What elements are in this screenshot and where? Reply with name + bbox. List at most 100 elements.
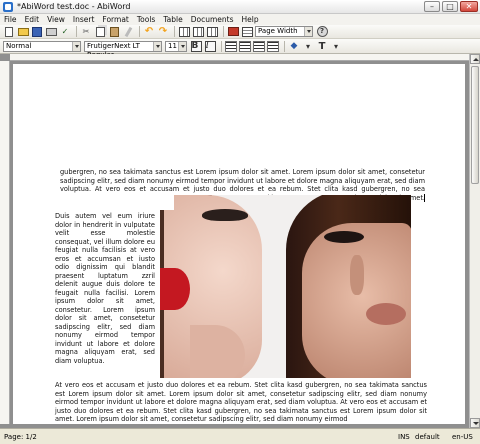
toolbar-separator: [223, 26, 224, 37]
columns2-button[interactable]: [192, 26, 204, 38]
menu-table[interactable]: Table: [163, 15, 182, 24]
language-indicator: en-US: [452, 432, 473, 441]
scroll-up-button[interactable]: [470, 54, 480, 64]
font-color-icon: T: [318, 40, 326, 52]
justify-button[interactable]: [267, 40, 279, 52]
italic-icon: I: [204, 40, 216, 52]
paragraph-left-column[interactable]: Duis autem vel eum iriure dolor in hendr…: [55, 212, 155, 365]
align-left-button[interactable]: [225, 40, 237, 52]
cut-button[interactable]: ✂: [80, 26, 92, 38]
print-button[interactable]: [45, 26, 57, 38]
abiword-app-icon[interactable]: [3, 1, 13, 12]
columns3-button[interactable]: [206, 26, 218, 38]
copy-icon: [95, 26, 105, 37]
zoom-value: Page Width: [258, 27, 298, 35]
align-center-icon: [239, 40, 251, 52]
font-size-value: 11: [168, 41, 177, 50]
zoom-dropdown[interactable]: Page Width: [255, 26, 313, 37]
photo-left-eye: [202, 209, 248, 221]
toolbar-separator: [76, 26, 77, 37]
font-dropdown[interactable]: FrutigerNext LT Regular: [84, 40, 162, 59]
embedded-photo[interactable]: [160, 195, 411, 378]
format-painter-button[interactable]: [122, 26, 134, 38]
style-dropdown[interactable]: Normal: [3, 40, 81, 52]
paste-button[interactable]: [108, 26, 120, 38]
align-right-icon: [253, 40, 265, 52]
chevron-down-icon: [304, 27, 312, 36]
italic-button[interactable]: I: [204, 40, 216, 52]
open-icon: [17, 27, 29, 36]
menu-format[interactable]: Format: [102, 15, 128, 24]
photo-right-lips: [366, 303, 406, 325]
scroll-down-button[interactable]: [470, 418, 480, 428]
window-controls: – □ ✕: [424, 1, 478, 12]
new-document-button[interactable]: [3, 26, 15, 38]
cut-icon: ✂: [82, 27, 90, 36]
undo-icon: ↶: [144, 26, 154, 37]
toolbar-separator: [284, 40, 285, 52]
toolbar-separator: [139, 26, 140, 37]
align-right-button[interactable]: [253, 40, 265, 52]
maximize-button[interactable]: □: [442, 1, 458, 12]
spellcheck-button[interactable]: ✓: [59, 26, 71, 38]
page-indicator: Page: 1/2: [4, 432, 37, 441]
horizontal-ruler[interactable]: [10, 54, 470, 61]
scrollbar-thumb[interactable]: [471, 66, 479, 184]
redo-icon: ↷: [158, 26, 168, 37]
photo-right-face: [302, 223, 411, 378]
menu-help[interactable]: Help: [242, 15, 259, 24]
text-cursor: [424, 194, 425, 202]
window-title: *AbiWord test.doc - AbiWord: [17, 2, 131, 11]
chevron-down-icon: ▾: [305, 41, 310, 51]
open-button[interactable]: [17, 26, 29, 38]
redo-button[interactable]: ↷: [157, 26, 169, 38]
fill-color-icon: ◆: [290, 41, 298, 51]
minimize-button[interactable]: –: [424, 1, 440, 12]
insert-mode-indicator: INS: [398, 432, 410, 441]
bold-button[interactable]: B: [190, 40, 202, 52]
menu-view[interactable]: View: [47, 15, 65, 24]
undo-button[interactable]: ↶: [143, 26, 155, 38]
toolbar-separator: [174, 26, 175, 37]
menu-tools[interactable]: Tools: [137, 15, 155, 24]
photo-right-eye: [324, 231, 364, 243]
bold-icon: B: [190, 40, 202, 52]
chevron-down-icon: ▾: [333, 41, 338, 51]
font-color-dropdown[interactable]: ▾: [330, 40, 342, 52]
columns-icon: [192, 26, 204, 37]
menu-insert[interactable]: Insert: [73, 15, 95, 24]
format-toolbar: Normal FrutigerNext LT Regular 11 B I ◆ …: [0, 39, 480, 59]
close-button[interactable]: ✕: [460, 1, 478, 12]
format-painter-icon: [124, 26, 132, 37]
insert-table-button[interactable]: [241, 26, 253, 38]
font-size-dropdown[interactable]: 11: [165, 40, 187, 52]
title-bar: *AbiWord test.doc - AbiWord – □ ✕: [0, 0, 480, 14]
style-value: Normal: [6, 41, 32, 50]
paragraph-bottom[interactable]: At vero eos et accusam et justo duo dolo…: [55, 381, 427, 424]
save-button[interactable]: [31, 26, 43, 38]
menu-edit[interactable]: Edit: [25, 15, 40, 24]
menu-bar: File Edit View Insert Format Tools Table…: [0, 14, 480, 25]
status-bar: Page: 1/2 INS default en-US: [0, 428, 480, 444]
align-center-button[interactable]: [239, 40, 251, 52]
document-page[interactable]: gubergren, no sea takimata sanctus est L…: [13, 64, 465, 424]
columns-button[interactable]: [178, 26, 190, 38]
paste-icon: [109, 26, 119, 37]
fill-color-dropdown[interactable]: ▾: [302, 40, 314, 52]
toolbar-separator: [221, 40, 222, 52]
font-color-button[interactable]: T: [316, 40, 328, 52]
vertical-ruler[interactable]: [0, 61, 10, 424]
spellcheck-icon: ✓: [61, 27, 69, 36]
align-left-icon: [225, 40, 237, 52]
columns-icon: [178, 26, 190, 37]
help-button[interactable]: ?: [316, 26, 328, 38]
save-icon: [32, 26, 42, 37]
copy-button[interactable]: [94, 26, 106, 38]
insert-image-button[interactable]: [227, 26, 239, 38]
menu-documents[interactable]: Documents: [191, 15, 234, 24]
chevron-down-icon: [153, 41, 161, 51]
insert-image-icon: [227, 27, 239, 36]
fill-color-button[interactable]: ◆: [288, 40, 300, 52]
vertical-scrollbar[interactable]: [469, 54, 480, 428]
menu-file[interactable]: File: [4, 15, 17, 24]
